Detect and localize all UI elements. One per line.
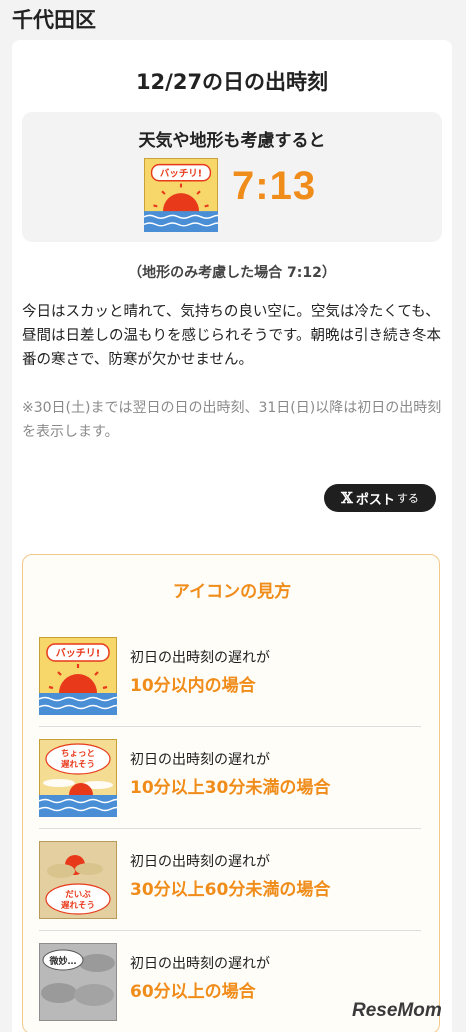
forecast-box: 天気や地形も考慮すると バッチリ! 7:13 (22, 112, 442, 242)
sunrise-time: 7:13 (232, 164, 317, 208)
terrain-note: （地形のみ考慮した場合 7:12） (128, 265, 336, 281)
x-logo-icon: 𝕏 (341, 489, 353, 507)
card-title: 12/27の日の出時刻 (135, 70, 329, 94)
display-note: ※30日(土)までは翌日の日の出時刻、31日(日)以降は初日の出時刻を表示します… (22, 400, 442, 440)
icon-legend: アイコンの見方 バッチリ! 初日の出時刻の遅れが 10分以内の場合 ちょっと 遅… (22, 554, 440, 1032)
legend-item-line2: 30分以上60分未満の場合 (130, 880, 331, 900)
legend-item: バッチリ! 初日の出時刻の遅れが 10分以内の場合 (39, 625, 421, 727)
sunrise-card: 12/27の日の出時刻 天気や地形も考慮すると バッチリ! 7:13 （地形のみ… (12, 40, 452, 1032)
resemom-logo: ReseMom (352, 1000, 442, 1021)
legend-item-line1: 初日の出時刻の遅れが (130, 752, 270, 768)
legend-item-line1: 初日の出時刻の遅れが (130, 854, 270, 870)
legend-title: アイコンの見方 (172, 582, 292, 602)
legend-item-line1: 初日の出時刻の遅れが (130, 956, 270, 972)
sunrise-clear-icon: バッチリ! (144, 158, 218, 232)
icon-text: ちょっと (61, 749, 95, 759)
legend-item-line2: 60分以上の場合 (130, 982, 256, 1002)
icon-text: 微妙… (48, 955, 76, 967)
legend-item: ちょっと 遅れそう 初日の出時刻の遅れが 10分以上30分未満の場合 (39, 727, 421, 829)
legend-item: だいぶ 遅れそう 初日の出時刻の遅れが 30分以上60分未満の場合 (39, 829, 421, 931)
svg-text:遅れそう: 遅れそう (61, 759, 95, 770)
post-button-label: ポスト (355, 492, 395, 508)
sunrise-slightly-late-icon: ちょっと 遅れそう (39, 739, 117, 817)
sunrise-doubtful-icon: 微妙… (39, 943, 117, 1021)
post-button-suffix: する (396, 492, 419, 505)
sunrise-quite-late-icon: だいぶ 遅れそう (39, 841, 117, 919)
legend-item-line2: 10分以上30分未満の場合 (130, 778, 331, 798)
forecast-label: 天気や地形も考慮すると (138, 131, 326, 151)
area-title: 千代田区 (12, 8, 96, 32)
icon-text: バッチリ! (56, 648, 101, 660)
weather-description: 今日はスカッと晴れて、気持ちの良い空に。空気は冷たくても、昼間は日差しの温もりを… (22, 304, 442, 368)
legend-item-line2: 10分以内の場合 (130, 676, 256, 696)
sunrise-clear-icon: バッチリ! (39, 637, 117, 715)
svg-text:遅れそう: 遅れそう (61, 900, 95, 911)
x-post-button[interactable]: 𝕏 ポスト する (324, 484, 436, 512)
legend-item-line1: 初日の出時刻の遅れが (130, 650, 270, 666)
icon-text: だいぶ (65, 890, 91, 900)
icon-text: バッチリ! (160, 168, 202, 180)
